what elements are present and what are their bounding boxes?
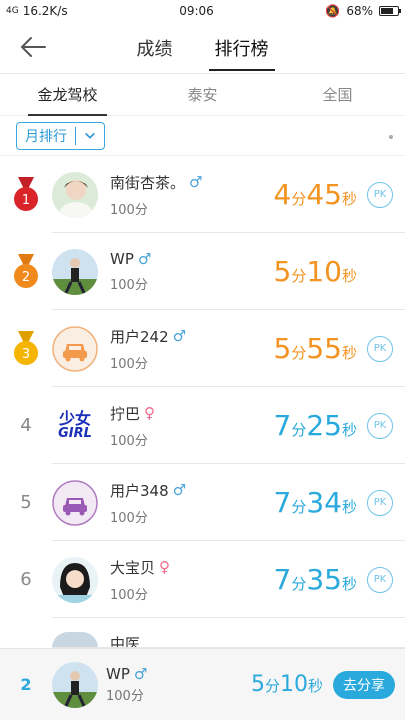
score: 100分 [110, 587, 148, 603]
status-bar: 4G 16.2K/s 09:06 🔕 68% [0, 0, 405, 22]
battery-icon [379, 6, 401, 16]
exam-time: 5分10秒 [273, 255, 358, 288]
my-name: WP [106, 665, 130, 683]
my-time: 5分10秒 [250, 672, 323, 697]
avatar[interactable] [52, 248, 98, 295]
scope-tabs: 金龙驾校 泰安 全国 [0, 74, 405, 116]
female-icon: ♀ [159, 558, 171, 576]
battery-percent: 68% [346, 4, 373, 18]
avatar[interactable] [52, 171, 98, 218]
list-item[interactable]: 6 大宝贝 ♀ 100分 7分35秒 PK [0, 541, 405, 618]
subtab-city[interactable]: 泰安 [135, 74, 270, 116]
gold-medal-icon: 1 [14, 176, 38, 211]
user-name: 用户348 [110, 481, 169, 500]
list-item[interactable]: 4 少女 GIRL 拧巴 ♀ 100分 7分25秒 PK [0, 387, 405, 464]
avatar[interactable] [52, 556, 98, 603]
network-speed: 16.2K/s [22, 4, 68, 18]
user-name: WP [110, 250, 134, 268]
list-item[interactable]: 1 南街杏茶。 ♂ 100分 4分45秒 PK [0, 156, 405, 233]
filter-row: 月排行 [0, 116, 405, 156]
user-name: 拧巴 [110, 404, 141, 423]
user-name: 用户242 [110, 327, 169, 346]
svg-text:3: 3 [22, 347, 30, 362]
user-name: 中医 [110, 635, 141, 648]
pk-button[interactable]: PK [367, 335, 393, 362]
list-item[interactable]: 3 用户242 ♂ 100分 5分55秒 PK [0, 310, 405, 387]
silver-medal-icon: 2 [14, 253, 38, 288]
ranking-list: 1 南街杏茶。 ♂ 100分 4分45秒 PK 2 WP ♂ 100分 5分10… [0, 156, 405, 648]
list-item[interactable]: 2 WP ♂ 100分 5分10秒 [0, 233, 405, 310]
list-item[interactable]: 5 用户348 ♂ 100分 7分34秒 PK [0, 464, 405, 541]
my-avatar[interactable] [52, 661, 98, 708]
user-name: 大宝贝 [110, 558, 156, 577]
tab-leaderboard[interactable]: 排行榜 [208, 25, 275, 71]
mute-icon: 🔕 [325, 4, 341, 18]
avatar[interactable]: 少女 GIRL [52, 402, 98, 449]
period-select-value: 月排行 [25, 128, 67, 145]
list-item[interactable]: 中医 [0, 618, 405, 648]
svg-text:1: 1 [22, 193, 30, 208]
exam-time: 4分45秒 [273, 178, 358, 211]
svg-text:2: 2 [22, 270, 30, 285]
male-icon: ♂ [133, 665, 148, 683]
exam-time: 5分55秒 [273, 332, 358, 365]
female-icon: ♀ [144, 404, 156, 422]
score: 100分 [110, 356, 148, 372]
signal-icon: 4G [6, 6, 19, 16]
rank-number: 6 [20, 569, 32, 590]
male-icon: ♂ [189, 173, 203, 191]
user-name: 南街杏茶。 [110, 173, 186, 192]
car-avatar-icon[interactable] [52, 325, 98, 372]
exam-time: 7分35秒 [273, 563, 358, 596]
pk-button[interactable]: PK [367, 489, 393, 516]
avatar[interactable] [52, 632, 98, 648]
my-rank: 2 [20, 675, 32, 694]
chevron-down-icon [76, 123, 104, 149]
my-score: 100分 [106, 689, 144, 704]
rank-number: 5 [20, 492, 32, 513]
bronze-medal-icon: 3 [14, 330, 38, 365]
top-nav: 成绩 排行榜 [0, 22, 405, 74]
subtab-national[interactable]: 全国 [270, 74, 405, 116]
car-avatar-icon[interactable] [52, 479, 98, 526]
period-select[interactable]: 月排行 [16, 121, 105, 150]
tab-scores[interactable]: 成绩 [131, 25, 179, 71]
score: 100分 [110, 433, 148, 449]
exam-time: 7分34秒 [273, 486, 358, 519]
exam-time: 7分25秒 [273, 409, 358, 442]
score: 100分 [110, 278, 148, 293]
clock: 09:06 [179, 4, 214, 18]
pk-button[interactable]: PK [367, 566, 393, 593]
male-icon: ♂ [137, 250, 152, 268]
rank-number: 4 [20, 415, 32, 436]
male-icon: ♂ [172, 327, 187, 345]
share-button[interactable]: 去分享 [333, 670, 395, 699]
score: 100分 [110, 202, 148, 218]
subtab-school[interactable]: 金龙驾校 [0, 74, 135, 116]
male-icon: ♂ [172, 481, 187, 499]
indicator-dot [389, 135, 393, 139]
pk-button[interactable]: PK [367, 412, 393, 439]
back-arrow-icon[interactable] [18, 34, 48, 60]
my-ranking-bar: 2 WP ♂ 100分 5分10秒 去分享 [0, 648, 405, 720]
score: 100分 [110, 510, 148, 526]
pk-button[interactable]: PK [367, 181, 393, 208]
